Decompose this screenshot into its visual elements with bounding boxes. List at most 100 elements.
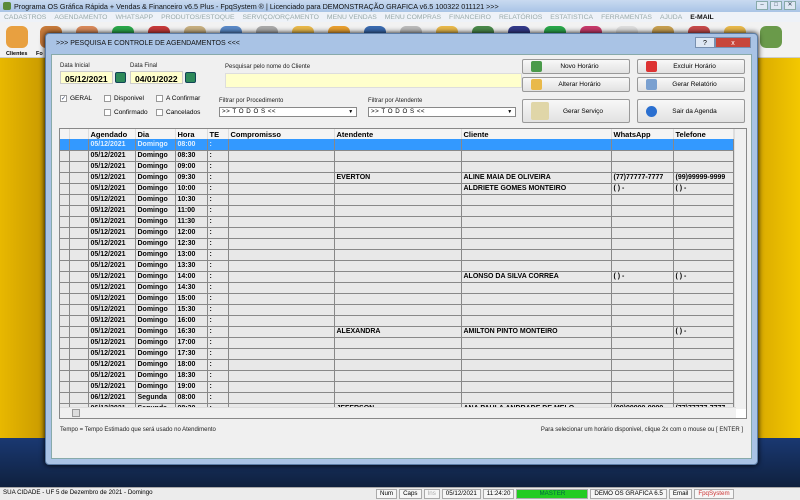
- status-bar: SUA CIDADE - UF 5 de Dezembro de 2021 - …: [0, 487, 800, 500]
- menu-item[interactable]: SERVIÇO/ORÇAMENTO: [242, 14, 318, 21]
- close-dialog-button[interactable]: x: [715, 37, 751, 48]
- table-cell: [461, 216, 612, 228]
- clients-icon[interactable]: [6, 26, 28, 48]
- row-indicator: [69, 216, 89, 228]
- table-row[interactable]: 05/12/2021 Domingo 18:00:: [60, 359, 734, 371]
- table-row[interactable]: 05/12/2021 Domingo 12:30:: [60, 238, 734, 250]
- table-cell: [228, 205, 335, 217]
- client-search-input[interactable]: [225, 73, 522, 88]
- table-row[interactable]: 05/12/2021 Domingo 08:00:: [60, 139, 734, 151]
- table-row[interactable]: 05/12/2021 Domingo 12:00:: [60, 227, 734, 239]
- disponivel-checkbox[interactable]: Disponivel: [104, 95, 144, 102]
- table-cell: 18:00: [175, 359, 208, 371]
- table-cell: [673, 304, 734, 316]
- table-row[interactable]: 05/12/2021 Domingo 17:30:: [60, 348, 734, 360]
- menu-item[interactable]: MENU COMPRAS: [385, 14, 441, 21]
- table-row[interactable]: 05/12/2021 Domingo 15:30:: [60, 304, 734, 316]
- table-row[interactable]: 05/12/2021 Domingo 14:00: ALONSO DA SILVA C…: [60, 271, 734, 283]
- scroll-thumb[interactable]: [72, 409, 80, 417]
- menu-item[interactable]: FINANCEIRO: [449, 14, 491, 21]
- column-header[interactable]: Hora: [175, 129, 208, 139]
- geral-checkbox[interactable]: ✓ GERAL: [60, 95, 92, 102]
- table-cell: [461, 260, 612, 272]
- table-row[interactable]: 05/12/2021 Domingo 09:30: EVERTON ALINE MAIA…: [60, 172, 734, 184]
- menu-item[interactable]: AJUDA: [660, 14, 682, 21]
- table-row[interactable]: 06/12/2021 Segunda 08:00:: [60, 392, 734, 404]
- maximize-button[interactable]: □: [770, 1, 782, 10]
- table-cell: [461, 315, 612, 327]
- excluir-horario-button[interactable]: Excluir Horário: [637, 59, 745, 74]
- column-header[interactable]: Compromisso: [228, 129, 335, 139]
- atendente-select[interactable]: >> T O D O S << ▼: [368, 107, 516, 117]
- column-header[interactable]: Cliente: [461, 129, 612, 139]
- table-cell: [461, 150, 612, 162]
- table-row[interactable]: 05/12/2021 Domingo 18:30:: [60, 370, 734, 382]
- excluir-label: Excluir Horário: [673, 63, 716, 70]
- table-row[interactable]: 05/12/2021 Domingo 11:00:: [60, 205, 734, 217]
- table-row[interactable]: 05/12/2021 Domingo 14:30:: [60, 282, 734, 294]
- vertical-scrollbar[interactable]: [734, 129, 746, 409]
- procedimento-select[interactable]: >> T O D O S << ▼: [219, 107, 357, 117]
- column-header[interactable]: Telefone: [673, 129, 734, 139]
- footer-note-left: Tempo = Tempo Estimado que será usado no…: [60, 427, 216, 433]
- menu-item[interactable]: MENU VENDAS: [327, 14, 377, 21]
- table-cell: ( ) -: [611, 183, 674, 195]
- close-window-button[interactable]: ✕: [784, 1, 796, 10]
- data-final-field[interactable]: 04/01/2022: [130, 71, 183, 84]
- table-row[interactable]: 05/12/2021 Domingo 11:30:: [60, 216, 734, 228]
- table-row[interactable]: 05/12/2021 Domingo 15:00:: [60, 293, 734, 305]
- menu-item[interactable]: WHATSAPP: [115, 14, 153, 21]
- calendar-icon[interactable]: [185, 72, 196, 83]
- row-indicator: [69, 326, 89, 338]
- status-email[interactable]: Email: [668, 489, 693, 499]
- toolbar-button-icon[interactable]: [760, 26, 782, 48]
- sair-agenda-button[interactable]: Sair da Agenda: [637, 99, 745, 123]
- menu-item[interactable]: PRODUTOS/ESTOQUE: [161, 14, 234, 21]
- calendar-icon[interactable]: [115, 72, 126, 83]
- table-cell: Domingo: [135, 337, 176, 349]
- help-button[interactable]: ?: [695, 37, 715, 48]
- table-row[interactable]: 05/12/2021 Domingo 10:00: ALDRIETE GOMES MO…: [60, 183, 734, 195]
- table-row[interactable]: 05/12/2021 Domingo 09:00:: [60, 161, 734, 173]
- table-row[interactable]: 05/12/2021 Domingo 17:00:: [60, 337, 734, 349]
- cancelados-checkbox[interactable]: Cancelados: [156, 109, 200, 116]
- table-row[interactable]: 05/12/2021 Domingo 13:30:: [60, 260, 734, 272]
- novo-horario-button[interactable]: Novo Horário: [522, 59, 630, 74]
- table-row[interactable]: 05/12/2021 Domingo 13:00:: [60, 249, 734, 261]
- column-header[interactable]: Dia: [135, 129, 176, 139]
- menu-item[interactable]: E-MAIL: [690, 14, 713, 21]
- table-cell: ( ) -: [611, 271, 674, 283]
- data-inicial-field[interactable]: 05/12/2021: [60, 71, 113, 84]
- column-header[interactable]: Atendente: [334, 129, 462, 139]
- table-row[interactable]: 05/12/2021 Domingo 16:00:: [60, 315, 734, 327]
- table-row[interactable]: 05/12/2021 Domingo 19:00:: [60, 381, 734, 393]
- table-row[interactable]: 05/12/2021 Domingo 08:30:: [60, 150, 734, 162]
- column-header[interactable]: Agendado: [88, 129, 136, 139]
- table-cell: 06/12/2021: [88, 392, 136, 404]
- column-header[interactable]: TE: [207, 129, 229, 139]
- menu-item[interactable]: CADASTROS: [4, 14, 46, 21]
- menu-item[interactable]: AGENDAMENTO: [54, 14, 107, 21]
- alterar-horario-button[interactable]: Alterar Horário: [522, 77, 630, 92]
- table-cell: Domingo: [135, 293, 176, 305]
- row-indicator: [60, 139, 70, 151]
- minimize-button[interactable]: –: [756, 1, 768, 10]
- a-confirmar-checkbox[interactable]: A Confirmar: [156, 95, 200, 102]
- column-header[interactable]: WhatsApp: [611, 129, 674, 139]
- menu-item[interactable]: ESTATISTICA: [550, 14, 593, 21]
- printer-icon: [646, 79, 657, 90]
- table-cell: 05/12/2021: [88, 216, 136, 228]
- table-cell: Domingo: [135, 359, 176, 371]
- table-cell: Domingo: [135, 304, 176, 316]
- confirmado-checkbox[interactable]: Confirmado: [104, 109, 148, 116]
- menu-item[interactable]: RELATÓRIOS: [499, 14, 542, 21]
- menu-item[interactable]: FERRAMENTAS: [601, 14, 652, 21]
- gerar-servico-button[interactable]: Gerar Serviço: [522, 99, 630, 123]
- horizontal-scrollbar[interactable]: [60, 407, 736, 418]
- table-cell: [673, 337, 734, 349]
- row-indicator: [60, 216, 70, 228]
- table-cell: 05/12/2021: [88, 337, 136, 349]
- gerar-relatorio-button[interactable]: Gerar Relatório: [637, 77, 745, 92]
- table-row[interactable]: 05/12/2021 Domingo 16:30: ALEXANDRA AMILTON …: [60, 326, 734, 338]
- table-row[interactable]: 05/12/2021 Domingo 10:30:: [60, 194, 734, 206]
